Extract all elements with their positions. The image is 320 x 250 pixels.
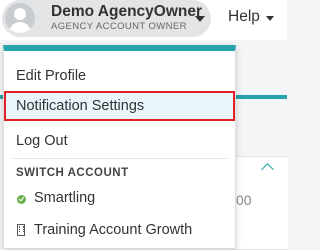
account-role: AGENCY ACCOUNT OWNER bbox=[51, 21, 187, 32]
account-dropdown-menu: Edit Profile Notification Settings Log O… bbox=[3, 45, 236, 248]
caret-down-icon bbox=[195, 16, 205, 22]
account-item-smartling[interactable]: Smartling bbox=[34, 190, 95, 206]
avatar-icon bbox=[5, 3, 35, 33]
account-item-training-account-growth[interactable]: Training Account Growth bbox=[34, 222, 192, 238]
background-partial-value: 00 bbox=[236, 192, 252, 208]
help-caret-down-icon[interactable] bbox=[266, 16, 274, 21]
building-icon bbox=[17, 224, 25, 236]
account-switcher-button[interactable]: Demo AgencyOwner AGENCY ACCOUNT OWNER bbox=[2, 0, 211, 37]
account-name: Demo AgencyOwner bbox=[51, 3, 203, 20]
menu-divider bbox=[12, 158, 227, 159]
log-out-menu-item[interactable]: Log Out bbox=[4, 126, 235, 156]
notification-settings-menu-item[interactable]: Notification Settings bbox=[4, 91, 235, 121]
edit-profile-menu-item[interactable]: Edit Profile bbox=[4, 61, 235, 91]
help-menu-button[interactable]: Help bbox=[228, 8, 260, 26]
check-circle-icon bbox=[17, 195, 26, 204]
switch-account-heading: SWITCH ACCOUNT bbox=[16, 167, 129, 179]
top-bar: Demo AgencyOwner AGENCY ACCOUNT OWNER He… bbox=[0, 0, 287, 40]
